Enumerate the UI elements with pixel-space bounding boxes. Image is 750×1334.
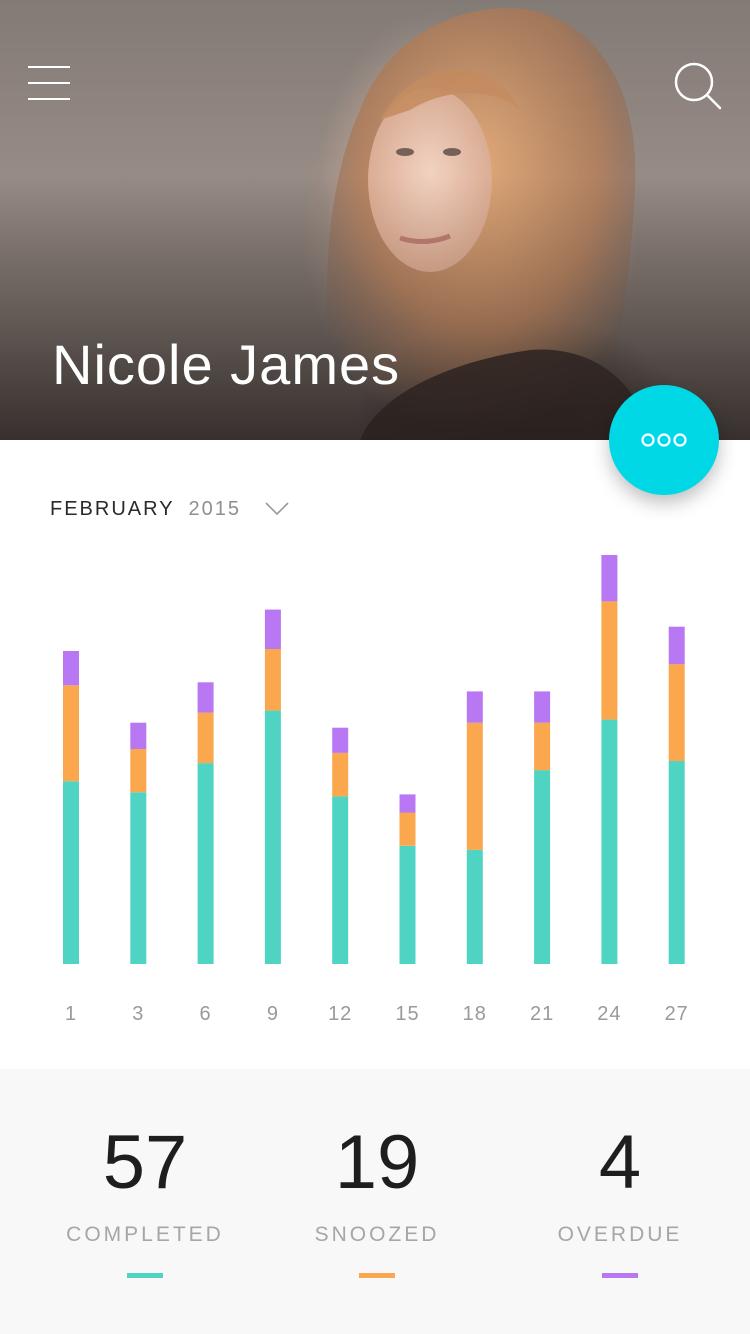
bar-snoozed-day-12 (332, 753, 349, 797)
bar-snoozed-day-24 (601, 601, 618, 720)
x-tick-label: 9 (267, 1003, 279, 1025)
bar-overdue-day-27 (668, 626, 685, 665)
chevron-down-icon (265, 502, 289, 516)
x-tick-label: 15 (395, 1003, 419, 1025)
bar-snoozed-day-9 (264, 649, 281, 711)
month-selector[interactable]: FEBRUARY 2015 (50, 494, 289, 524)
completed-count: 57 (102, 1120, 188, 1205)
bar-snoozed-day-21 (534, 722, 551, 771)
stat-completed: 57 COMPLETED (35, 1069, 255, 1278)
bar-overdue-day-6 (197, 682, 214, 713)
x-tick-label: 27 (665, 1003, 689, 1025)
bar-completed-day-3 (130, 792, 147, 964)
bar-completed-day-15 (399, 845, 416, 964)
bar-completed-day-18 (466, 849, 483, 964)
x-tick-label: 12 (328, 1003, 352, 1025)
stat-snoozed: 19 SNOOZED (267, 1069, 487, 1278)
x-tick-label: 21 (530, 1003, 554, 1025)
bar-completed-day-9 (264, 710, 281, 964)
month-label: FEBRUARY (50, 497, 175, 520)
more-options-button[interactable] (609, 385, 719, 495)
snoozed-label: SNOOZED (314, 1223, 440, 1246)
bar-snoozed-day-6 (197, 712, 214, 764)
overdue-count: 4 (598, 1120, 642, 1205)
bar-snoozed-day-1 (63, 685, 79, 782)
stats-panel: 57 COMPLETED 19 SNOOZED 4 OVERDUE (0, 1069, 750, 1334)
completed-label: COMPLETED (66, 1223, 224, 1246)
x-tick-label: 1 (65, 1003, 77, 1025)
year-label: 2015 (188, 497, 242, 520)
snoozed-color-indicator (359, 1273, 395, 1278)
snoozed-count: 19 (334, 1120, 420, 1205)
bar-overdue-day-9 (264, 609, 281, 649)
bar-snoozed-day-3 (130, 748, 147, 793)
completed-color-indicator (127, 1273, 163, 1278)
bar-overdue-day-1 (63, 651, 79, 686)
bar-snoozed-day-18 (466, 722, 483, 850)
bar-snoozed-day-15 (399, 812, 416, 846)
hamburger-menu-icon (28, 66, 70, 68)
more-dots-icon (641, 433, 687, 447)
bar-completed-day-24 (601, 719, 618, 964)
bar-completed-day-12 (332, 796, 349, 964)
bar-overdue-day-12 (332, 727, 349, 753)
stat-overdue: 4 OVERDUE (510, 1069, 730, 1278)
bar-overdue-day-3 (130, 722, 147, 749)
menu-button[interactable] (28, 64, 72, 102)
monthly-activity-chart: 1 3 6 9 12 15 18 21 24 27 (63, 555, 689, 1025)
bar-overdue-day-15 (399, 794, 416, 813)
x-tick-label: 6 (200, 1003, 212, 1025)
bar-completed-day-27 (668, 761, 685, 964)
overdue-label: OVERDUE (557, 1223, 683, 1246)
search-icon (674, 62, 722, 110)
search-button[interactable] (672, 60, 724, 112)
x-tick-label: 18 (463, 1003, 487, 1025)
bar-overdue-day-21 (534, 691, 551, 723)
overdue-color-indicator (602, 1273, 638, 1278)
bar-completed-day-1 (63, 781, 79, 964)
profile-name: Nicole James (52, 333, 401, 396)
bar-completed-day-21 (534, 770, 551, 964)
x-tick-label: 24 (597, 1003, 621, 1025)
bar-completed-day-6 (197, 763, 214, 964)
bar-snoozed-day-27 (668, 664, 685, 761)
bar-overdue-day-24 (601, 555, 618, 602)
x-tick-label: 3 (132, 1003, 144, 1025)
profile-hero: Nicole James (0, 0, 750, 440)
profile-stats-screen: Nicole James FEBRUARY 2015 1 3 6 9 12 15 18 21 2… (0, 0, 750, 1334)
bar-overdue-day-18 (466, 691, 483, 723)
